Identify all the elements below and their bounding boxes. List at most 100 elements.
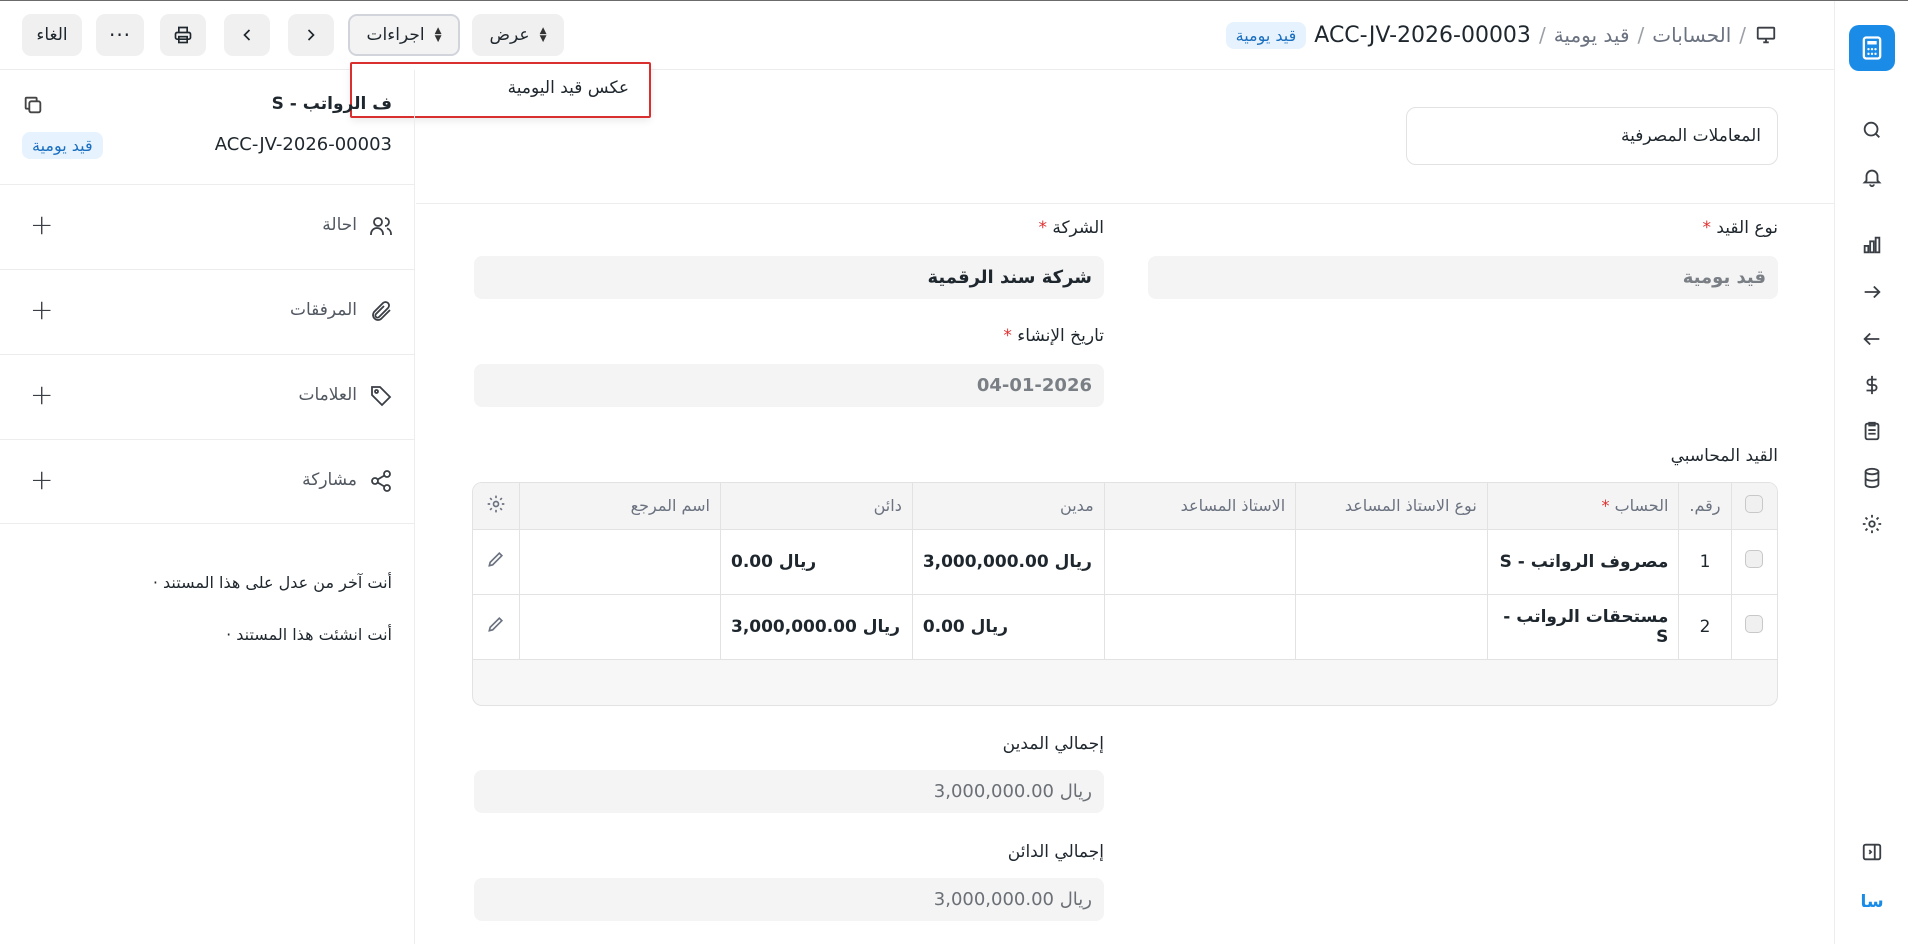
- breadcrumb-separator: /: [1739, 23, 1746, 47]
- total-credit-label: إجمالي الدائن: [1007, 842, 1104, 862]
- row-party-type[interactable]: [1295, 529, 1488, 595]
- breadcrumb-separator: /: [1538, 23, 1546, 47]
- created-date-label: تاريخ الإنشاء *: [1003, 326, 1104, 346]
- col-account: الحساب *: [1486, 483, 1679, 530]
- more-button[interactable]: ···: [96, 14, 144, 56]
- page-header: / الحسابات / قيد يومية / ACC-JV-2026-000…: [0, 1, 1834, 70]
- form-main: المعاملات المصرفية نوع القيد * قيد يومية…: [416, 70, 1834, 944]
- sidebar-share[interactable]: مشاركة +: [0, 439, 415, 524]
- clipboard-icon[interactable]: [1859, 418, 1885, 444]
- view-label: عرض: [489, 25, 530, 45]
- search-icon[interactable]: [1859, 117, 1885, 143]
- created-date-field[interactable]: 04-01-2026: [474, 364, 1104, 407]
- bar-chart-icon[interactable]: [1859, 232, 1885, 258]
- row-reference[interactable]: [518, 594, 721, 660]
- row-account[interactable]: مصروف الرواتب - S: [1486, 529, 1679, 595]
- breadcrumb-accounts[interactable]: الحسابات: [1652, 23, 1731, 47]
- chevron-updown-icon: ▲ ▼: [434, 26, 442, 44]
- bell-icon[interactable]: [1859, 164, 1885, 190]
- col-reference: اسم المرجع: [518, 483, 721, 530]
- add-assign-icon[interactable]: +: [30, 211, 53, 239]
- total-debit-field: ريال 3,000,000.00: [474, 770, 1104, 813]
- select-all-checkbox[interactable]: [1730, 483, 1777, 530]
- row-party-type[interactable]: [1295, 594, 1488, 660]
- app-logo[interactable]: [1849, 25, 1895, 71]
- paperclip-icon: [369, 299, 393, 323]
- company-field[interactable]: شركة سند الرقمية: [474, 256, 1104, 299]
- edit-row-icon[interactable]: [473, 594, 519, 660]
- entry-type-label: نوع القيد *: [1702, 218, 1778, 238]
- breadcrumb-separator: /: [1637, 23, 1645, 47]
- user-avatar[interactable]: سا: [1851, 892, 1893, 916]
- row-reference[interactable]: [518, 529, 721, 595]
- row-debit[interactable]: ريال 3,000,000.00: [911, 529, 1105, 595]
- total-credit-field: ريال 3,000,000.00: [474, 878, 1104, 921]
- row-no: 2: [1678, 594, 1732, 660]
- arrow-right-icon[interactable]: [1859, 279, 1885, 305]
- document-sidebar: ف الرواتب - S ACC-JV-2026-00003 قيد يومي…: [0, 70, 415, 944]
- chevron-right-icon: [307, 29, 315, 41]
- printer-icon: [174, 26, 192, 44]
- breadcrumb: / الحسابات / قيد يومية / ACC-JV-2026-000…: [1225, 19, 1778, 51]
- row-checkbox[interactable]: [1730, 529, 1777, 595]
- chevron-updown-icon: ▲ ▼: [539, 26, 547, 44]
- share-icon: [369, 469, 393, 493]
- sidebar-attachments-label: المرفقات: [289, 300, 357, 320]
- row-credit[interactable]: ريال 0.00: [719, 529, 913, 595]
- row-party[interactable]: [1103, 594, 1296, 660]
- sidebar-toggle-icon[interactable]: [1859, 839, 1885, 865]
- page-title: ACC-JV-2026-00003: [1314, 22, 1531, 48]
- sidebar-doc-id: ACC-JV-2026-00003: [214, 134, 392, 155]
- database-icon[interactable]: [1859, 465, 1885, 491]
- activity-last-edited: أنت آخر من عدل على هذا المستند ·: [152, 573, 392, 592]
- sidebar-tags[interactable]: العلامات +: [0, 354, 415, 439]
- total-debit-label: إجمالي المدين: [1002, 734, 1104, 754]
- row-account[interactable]: مستحقات الرواتب - S: [1486, 594, 1679, 660]
- sidebar-assign-label: احالة: [322, 215, 357, 235]
- add-tag-icon[interactable]: +: [30, 381, 53, 409]
- column-settings-icon[interactable]: [473, 483, 519, 530]
- add-share-icon[interactable]: +: [30, 466, 53, 494]
- arrow-left-icon[interactable]: [1859, 326, 1885, 352]
- calculator-icon: [1862, 36, 1882, 60]
- section-divider: [416, 203, 1834, 204]
- next-button[interactable]: [288, 14, 334, 56]
- actions-button[interactable]: ▲ ▼ اجراءات: [348, 14, 460, 56]
- entry-type-field[interactable]: قيد يومية: [1148, 256, 1778, 299]
- sidebar-attachments[interactable]: المرفقات +: [0, 269, 415, 354]
- col-party: الاستاذ المساعد: [1103, 483, 1296, 530]
- accounting-entries-table: رقم. الحساب * نوع الاستاذ المساعد الاستا…: [472, 482, 1778, 706]
- company-label: الشركة *: [1038, 218, 1104, 238]
- row-checkbox[interactable]: [1730, 594, 1777, 660]
- previous-button[interactable]: [224, 14, 270, 56]
- add-attachment-icon[interactable]: +: [30, 296, 53, 324]
- sidebar-status-badge: قيد يومية: [22, 132, 103, 159]
- tag-icon: [369, 384, 393, 408]
- row-party[interactable]: [1103, 529, 1296, 595]
- edit-row-icon[interactable]: [473, 529, 519, 595]
- view-button[interactable]: ▲ ▼ عرض: [472, 14, 564, 56]
- users-icon: [369, 214, 393, 238]
- ellipsis-icon: ···: [108, 23, 132, 47]
- dollar-icon[interactable]: [1859, 372, 1885, 398]
- chevron-left-icon: [243, 29, 251, 41]
- settings-icon[interactable]: [1859, 511, 1885, 537]
- cancel-button[interactable]: الغاء: [22, 14, 82, 56]
- activity-created: أنت انشئت هذا المستند ·: [226, 625, 392, 644]
- row-credit[interactable]: ريال 3,000,000.00: [719, 594, 913, 660]
- col-credit: دائن: [719, 483, 913, 530]
- col-no: رقم.: [1678, 483, 1732, 530]
- sidebar-title: ف الرواتب - S: [271, 94, 392, 114]
- row-no: 1: [1678, 529, 1732, 595]
- table-row[interactable]: 2 مستحقات الرواتب - S ريال 0.00 ريال 3,0…: [473, 594, 1777, 660]
- breadcrumb-journal-entry[interactable]: قيد يومية: [1554, 23, 1630, 47]
- row-debit[interactable]: ريال 0.00: [911, 594, 1105, 660]
- print-button[interactable]: [160, 14, 206, 56]
- copy-icon[interactable]: [22, 94, 44, 116]
- bank-transactions-link[interactable]: المعاملات المصرفية: [1406, 107, 1778, 165]
- sidebar-assign[interactable]: احالة +: [0, 184, 415, 269]
- desktop-icon[interactable]: [1754, 23, 1778, 47]
- table-row[interactable]: 1 مصروف الرواتب - S ريال 3,000,000.00 ري…: [473, 529, 1777, 595]
- status-badge: قيد يومية: [1225, 21, 1307, 49]
- col-party-type: نوع الاستاذ المساعد: [1295, 483, 1488, 530]
